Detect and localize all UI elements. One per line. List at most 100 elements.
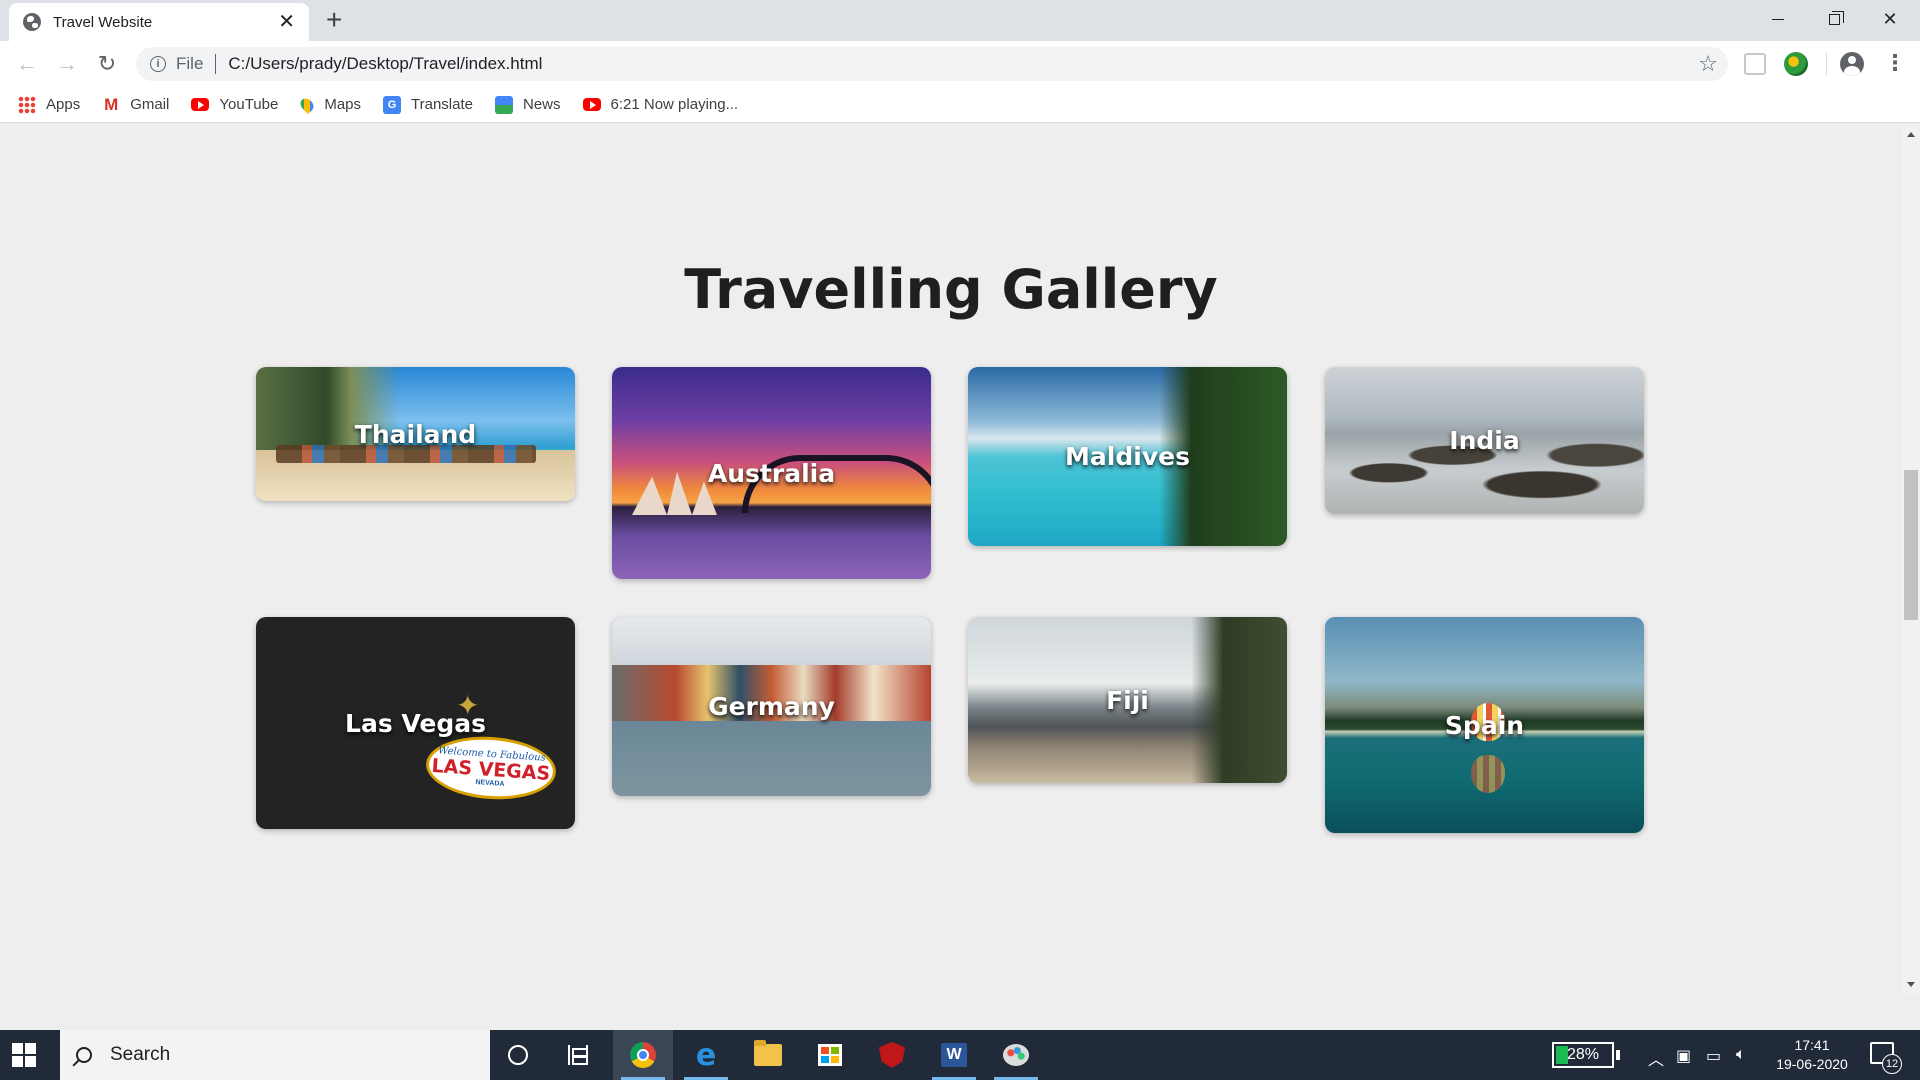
gallery-card-las-vegas[interactable]: ✦ Welcome to Fabulous LAS VEGAS NEVADA L…	[256, 617, 575, 829]
bookmarks-bar: Apps M Gmail YouTube Maps G Translate Ne…	[0, 87, 1920, 123]
browser-toolbar: ← → ↻ i File C:/Users/prady/Desktop/Trav…	[0, 41, 1920, 87]
bookmark-label: YouTube	[219, 96, 279, 113]
clock-date: 19-06-2020	[1776, 1056, 1848, 1072]
windows-taskbar: Search e W 28% ︿ ▣ ▭ 🔈︎ 17:41 19-06-2020	[0, 1030, 1920, 1080]
volume-icon[interactable]: 🔈︎	[1736, 1046, 1746, 1064]
taskbar-clock[interactable]: 17:41 19-06-2020	[1770, 1036, 1854, 1074]
back-button[interactable]: ←	[12, 49, 42, 79]
taskbar-app-file-explorer[interactable]	[738, 1030, 798, 1080]
bookmark-gmail[interactable]: M Gmail	[102, 94, 170, 114]
extension-icon[interactable]	[1744, 53, 1766, 75]
card-label: Fiji	[1106, 685, 1149, 715]
gallery-title: Travelling Gallery	[684, 258, 1218, 321]
bookmark-label: Apps	[46, 96, 81, 113]
gallery-card-fiji[interactable]: Fiji	[968, 617, 1287, 783]
bookmark-label: Translate	[411, 96, 473, 113]
battery-tray-icon[interactable]: ▭	[1706, 1046, 1721, 1066]
taskbar-app-paint[interactable]	[986, 1030, 1046, 1080]
page-viewport: Travelling Gallery Thailand Australia Ma…	[0, 124, 1902, 995]
gallery-card-germany[interactable]: Germany	[612, 617, 931, 796]
vegas-sign-line: NEVADA	[475, 778, 505, 788]
paint-icon	[1003, 1044, 1029, 1066]
profile-avatar-icon[interactable]	[1840, 52, 1864, 76]
minimize-button[interactable]	[1750, 0, 1806, 38]
notification-count-badge: 12	[1882, 1054, 1902, 1074]
browser-tab[interactable]: Travel Website ✕	[9, 3, 309, 41]
mcafee-icon	[879, 1042, 905, 1068]
bookmark-label: News	[523, 96, 561, 113]
chrome-menu-icon[interactable]: ⋮	[1884, 49, 1906, 77]
close-window-button[interactable]: ✕	[1862, 0, 1918, 38]
bookmark-news[interactable]: News	[495, 95, 561, 114]
gallery-card-spain[interactable]: Spain	[1325, 617, 1644, 833]
bookmark-now-playing[interactable]: 6:21 Now playing...	[582, 96, 739, 113]
windows-start-icon[interactable]	[12, 1043, 36, 1067]
tab-close-icon[interactable]: ✕	[278, 12, 295, 32]
taskbar-app-word[interactable]: W	[924, 1030, 984, 1080]
gallery-card-thailand[interactable]: Thailand	[256, 367, 575, 501]
card-label: Thailand	[354, 419, 477, 449]
card-label: Spain	[1444, 710, 1525, 740]
reload-button[interactable]: ↻	[92, 49, 122, 79]
bookmark-apps[interactable]: Apps	[18, 95, 81, 114]
taskbar-app-mcafee[interactable]	[862, 1030, 922, 1080]
battery-nub	[1616, 1050, 1620, 1060]
forward-button[interactable]: →	[52, 49, 82, 79]
balloon-reflection-image	[1471, 755, 1505, 793]
translate-icon: G	[383, 95, 402, 114]
scroll-down-arrow-icon[interactable]	[1907, 982, 1915, 987]
restore-icon	[1828, 10, 1844, 25]
url-text[interactable]: C:/Users/prady/Desktop/Travel/index.html	[228, 54, 1698, 74]
bookmark-label: 6:21 Now playing...	[610, 96, 739, 113]
apps-grid-icon	[18, 95, 36, 114]
card-label: Australia	[707, 458, 836, 488]
store-icon	[818, 1044, 842, 1066]
battery-percent-text: 28%	[1566, 1046, 1600, 1063]
card-label: Germany	[708, 692, 835, 721]
bookmark-label: Maps	[324, 96, 362, 113]
card-label: Maldives	[1065, 442, 1190, 471]
page-scrollbar[interactable]	[1902, 124, 1920, 995]
gallery-card-india[interactable]: India	[1325, 367, 1644, 514]
tab-title: Travel Website	[53, 13, 153, 31]
taskbar-search-box[interactable]: Search	[60, 1030, 490, 1080]
gmail-icon: M	[104, 94, 119, 114]
bookmark-youtube[interactable]: YouTube	[191, 96, 278, 113]
address-separator	[215, 54, 217, 74]
card-label: Las Vegas	[345, 708, 486, 738]
word-icon: W	[941, 1043, 967, 1067]
chrome-icon	[630, 1042, 656, 1068]
scrollbar-thumb[interactable]	[1904, 470, 1918, 620]
taskbar-app-store[interactable]	[800, 1030, 860, 1080]
bookmark-label: Gmail	[130, 96, 170, 113]
bookmark-maps[interactable]: Maps	[298, 95, 362, 114]
info-icon[interactable]: i	[150, 56, 166, 72]
youtube-icon	[191, 98, 210, 111]
network-icon[interactable]: ▣	[1676, 1046, 1691, 1066]
chevron-up-icon[interactable]: ︿	[1648, 1046, 1664, 1070]
toolbar-separator	[1826, 53, 1827, 75]
globe-icon	[23, 13, 41, 31]
restore-button[interactable]	[1806, 0, 1862, 38]
task-view-icon[interactable]	[568, 1045, 588, 1065]
taskbar-app-edge[interactable]: e	[676, 1030, 736, 1080]
scroll-up-arrow-icon[interactable]	[1907, 132, 1915, 137]
maps-icon	[298, 95, 317, 114]
taskbar-search-text: Search	[110, 1044, 171, 1065]
youtube-icon	[582, 98, 601, 111]
new-tab-button[interactable]: +	[326, 6, 342, 34]
bookmark-translate[interactable]: G Translate	[383, 95, 473, 114]
battery-indicator[interactable]: 28%	[1552, 1042, 1614, 1068]
edge-icon: e	[695, 1037, 717, 1073]
gallery-card-maldives[interactable]: Maldives	[968, 367, 1287, 546]
url-scheme-label: File	[176, 54, 204, 73]
gallery-card-australia[interactable]: Australia	[612, 367, 931, 579]
taskbar-app-chrome[interactable]	[613, 1030, 673, 1080]
browser-tab-strip: Travel Website ✕ + ✕	[0, 0, 1920, 41]
bookmark-star-icon[interactable]: ☆	[1698, 51, 1718, 77]
cortana-icon[interactable]	[508, 1045, 528, 1065]
clock-time: 17:41	[1794, 1037, 1830, 1053]
file-explorer-icon	[754, 1040, 782, 1066]
address-bar[interactable]: i File C:/Users/prady/Desktop/Travel/ind…	[136, 47, 1728, 81]
extension-globe-icon[interactable]	[1784, 52, 1808, 76]
